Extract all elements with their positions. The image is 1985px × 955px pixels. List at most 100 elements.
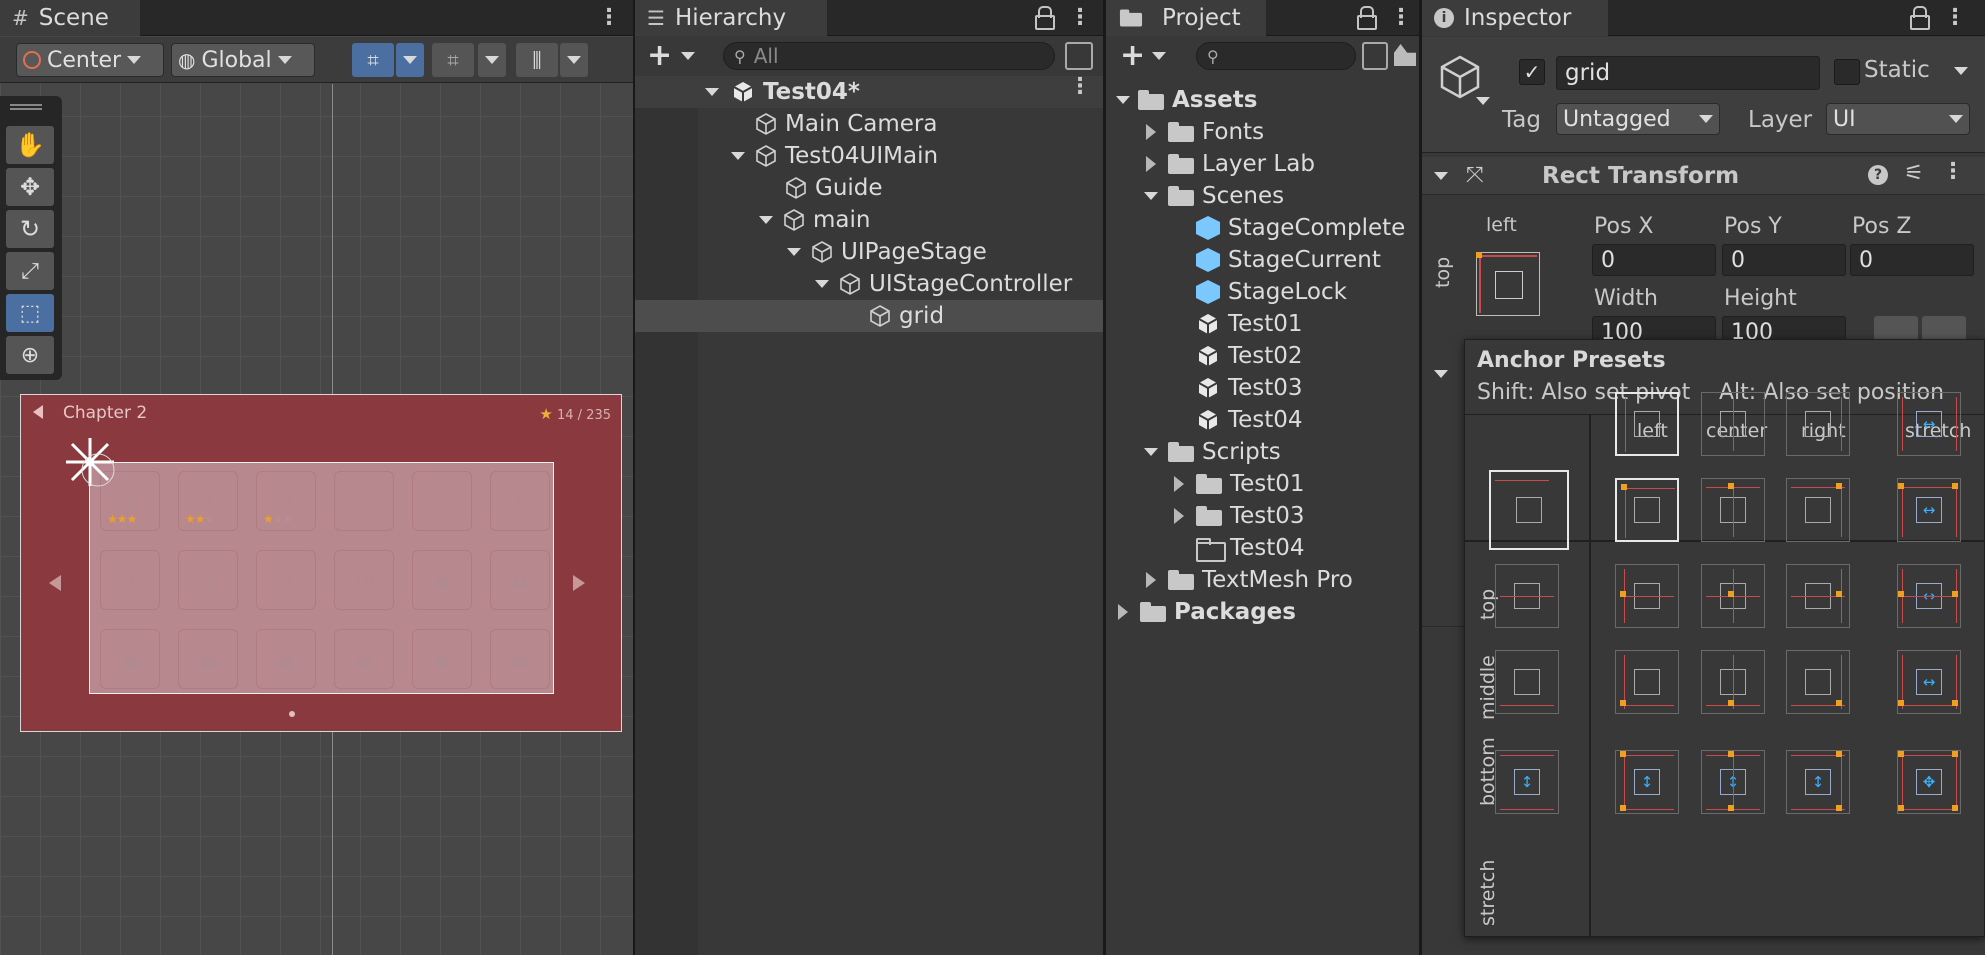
- level-cell[interactable]: [100, 629, 160, 689]
- hierarchy-item-uipagestage[interactable]: UIPageStage: [787, 236, 987, 268]
- anchor-preset-0-3[interactable]: ↕: [1615, 750, 1679, 814]
- anchor-preset-1--1[interactable]: [1701, 392, 1765, 456]
- project-item-scripts[interactable]: Scripts: [1144, 436, 1281, 468]
- anchor-preset-1-2[interactable]: [1701, 650, 1765, 714]
- hierarchy-item-grid[interactable]: grid: [869, 300, 944, 332]
- anchor-preset-0-0[interactable]: [1615, 478, 1679, 542]
- pos-z-field[interactable]: 0: [1850, 244, 1974, 276]
- anchor-preset-button[interactable]: [1476, 252, 1540, 316]
- level-cell[interactable]: 10: [334, 550, 394, 610]
- increment-snap-dropdown[interactable]: [478, 43, 506, 77]
- project-item-test02-scene[interactable]: Test02: [1196, 340, 1303, 372]
- level-cell[interactable]: [490, 629, 550, 689]
- transform-tool-icon[interactable]: ⊕: [6, 336, 54, 374]
- level-cell[interactable]: 2 ★★★: [178, 471, 238, 531]
- project-item-stagecurrent[interactable]: StageCurrent: [1196, 244, 1381, 276]
- level-cell[interactable]: [412, 629, 472, 689]
- expand-icon[interactable]: [787, 248, 801, 256]
- collapsed-icon[interactable]: [1174, 476, 1184, 492]
- grid-snap-dropdown[interactable]: [396, 43, 424, 77]
- anchor-preset-0-2[interactable]: [1615, 650, 1679, 714]
- project-item-fonts[interactable]: Fonts: [1146, 116, 1264, 148]
- project-item-test03-folder[interactable]: Test03: [1174, 500, 1305, 532]
- lock-icon[interactable]: [1035, 6, 1055, 30]
- create-dropdown-icon[interactable]: [1152, 52, 1166, 60]
- scene-filter-button[interactable]: [1065, 42, 1093, 70]
- expand-icon[interactable]: [1144, 192, 1158, 200]
- project-item-test04-folder[interactable]: Test04: [1196, 532, 1305, 564]
- rect-tool-icon[interactable]: ⬚: [6, 294, 54, 332]
- project-item-stagelock[interactable]: StageLock: [1196, 276, 1347, 308]
- hierarchy-item-main[interactable]: main: [759, 204, 870, 236]
- anchor-preset--1-2[interactable]: [1495, 650, 1559, 714]
- help-icon[interactable]: ?: [1868, 165, 1888, 185]
- create-dropdown-icon[interactable]: [681, 52, 695, 60]
- collapsed-icon[interactable]: [1118, 604, 1128, 620]
- anchor-preset-3-0[interactable]: ↔: [1897, 478, 1961, 542]
- anchor-preset-3--1[interactable]: ↔: [1897, 392, 1961, 456]
- scene-menu-icon[interactable]: ⋮: [598, 5, 620, 30]
- anchor-preset-1-0[interactable]: [1701, 478, 1765, 542]
- hierarchy-search[interactable]: ⚲ All: [723, 42, 1055, 70]
- level-cell[interactable]: 5: [412, 471, 472, 531]
- level-cell[interactable]: 4: [334, 471, 394, 531]
- grid-visibility-button[interactable]: ⫼: [516, 43, 558, 77]
- collapsed-icon[interactable]: [1146, 124, 1156, 140]
- anchor-preset-3-1[interactable]: ↔: [1897, 564, 1961, 628]
- object-name-field[interactable]: grid: [1556, 56, 1820, 90]
- collapsed-icon[interactable]: [1146, 572, 1156, 588]
- scene-row-menu-icon[interactable]: ⋮: [1069, 74, 1091, 99]
- anchor-preset-2--1[interactable]: [1786, 392, 1850, 456]
- grid-visibility-dropdown[interactable]: [560, 43, 588, 77]
- icon-dropdown[interactable]: [1476, 97, 1490, 105]
- project-menu-icon[interactable]: ⋮: [1390, 5, 1412, 30]
- page-right-arrow-icon[interactable]: [573, 575, 585, 591]
- pivot-dropdown[interactable]: Center: [16, 43, 164, 77]
- level-cell[interactable]: 3 ★★★: [256, 471, 316, 531]
- scene-viewport[interactable]: ✋ ✥ ↻ ⤢ ⬚ ⊕ Chapter 2 ★ 14 / 235 1 ★★★ 2 ★★…: [0, 84, 633, 955]
- preset-icon[interactable]: ⚟: [1904, 161, 1924, 186]
- inspector-menu-icon[interactable]: ⋮: [1944, 5, 1966, 30]
- level-cell[interactable]: 6: [490, 471, 550, 531]
- anchor-preset-3-2[interactable]: ↔: [1897, 650, 1961, 714]
- static-dropdown[interactable]: [1954, 67, 1968, 75]
- anchor-preset--1-3[interactable]: ↕: [1495, 750, 1559, 814]
- hierarchy-menu-icon[interactable]: ⋮: [1069, 5, 1091, 30]
- project-item-assets[interactable]: Assets: [1116, 84, 1257, 116]
- collapsed-icon[interactable]: [1146, 156, 1156, 172]
- anchor-preset-2-3[interactable]: ↕: [1786, 750, 1850, 814]
- pivot-gizmo-icon[interactable]: [64, 436, 116, 488]
- expand-icon[interactable]: [705, 88, 719, 96]
- back-arrow-icon[interactable]: [33, 405, 43, 419]
- hand-tool-icon[interactable]: ✋: [6, 126, 54, 164]
- create-asset-button[interactable]: +: [1120, 38, 1145, 73]
- expand-icon[interactable]: [731, 152, 745, 160]
- tools-handle[interactable]: [10, 104, 42, 110]
- pos-x-field[interactable]: 0: [1592, 244, 1716, 276]
- scale-tool-icon[interactable]: ⤢: [6, 252, 54, 290]
- move-tool-icon[interactable]: ✥: [6, 168, 54, 206]
- hierarchy-item-uistagecontroller[interactable]: UIStageController: [815, 268, 1072, 300]
- layer-dropdown[interactable]: UI: [1826, 103, 1970, 135]
- anchor-preset-2-0[interactable]: [1786, 478, 1850, 542]
- foldout-icon[interactable]: [1434, 172, 1448, 180]
- anchor-preset-3-3[interactable]: ✥: [1897, 750, 1961, 814]
- lock-icon[interactable]: [1910, 6, 1930, 30]
- expand-icon[interactable]: [815, 280, 829, 288]
- project-item-test04-scene[interactable]: Test04: [1196, 404, 1303, 436]
- anchor-preset-1-3[interactable]: ↕: [1701, 750, 1765, 814]
- tab-project[interactable]: Project: [1106, 0, 1266, 36]
- level-cell[interactable]: 8: [178, 550, 238, 610]
- project-item-scenes[interactable]: Scenes: [1144, 180, 1284, 212]
- expand-icon[interactable]: [759, 216, 773, 224]
- level-cell[interactable]: [490, 550, 550, 610]
- project-item-test01-scene[interactable]: Test01: [1196, 308, 1303, 340]
- filter-type-icon[interactable]: [1394, 44, 1416, 66]
- anchor-preset--1-1[interactable]: [1495, 564, 1559, 628]
- project-item-stagecomplete[interactable]: StageComplete: [1196, 212, 1405, 244]
- tab-inspector[interactable]: i Inspector: [1422, 0, 1608, 36]
- rotate-tool-icon[interactable]: ↻: [6, 210, 54, 248]
- anchor-preset-1-1[interactable]: [1701, 564, 1765, 628]
- anchor-preset-2-2[interactable]: [1786, 650, 1850, 714]
- grid-rect[interactable]: 1 ★★★ 2 ★★★ 3 ★★★ 4 5 6 7 8 9 10: [89, 462, 554, 694]
